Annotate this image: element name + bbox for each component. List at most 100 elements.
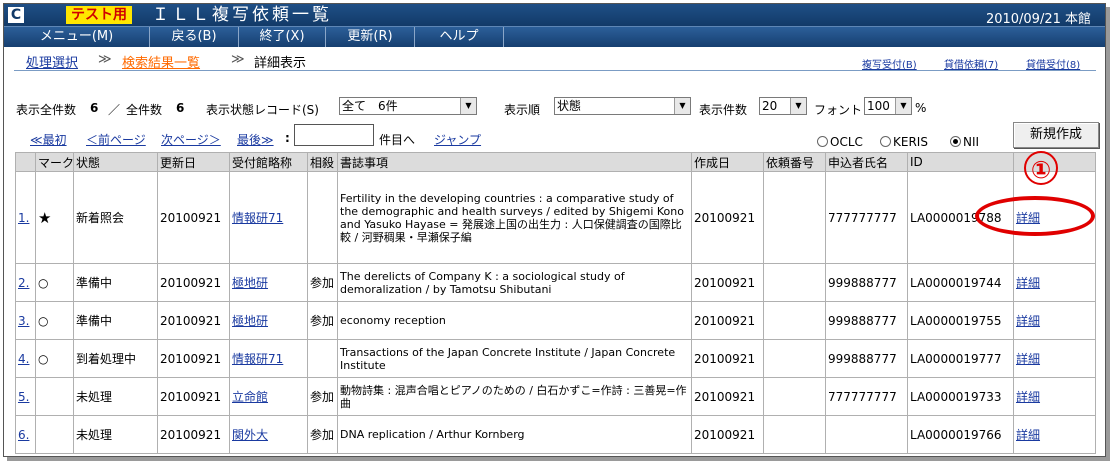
count-select-value: 20 [762, 99, 778, 113]
row-detail-link[interactable]: 詳細 [1016, 276, 1040, 290]
radio-selected-icon [950, 136, 961, 147]
row-title: DNA replication / Arthur Kornberg [337, 415, 692, 454]
row-offset: 参加 [307, 415, 338, 454]
col-header-applicant[interactable]: 申込者氏名 [825, 152, 908, 172]
row-number-link[interactable]: 5. [18, 390, 29, 404]
row-library-link[interactable]: 立命館 [232, 390, 268, 404]
radio-nii-label: NII [963, 135, 980, 149]
row-number-link[interactable]: 3. [18, 314, 29, 328]
mark-icon[interactable]: ★ [35, 171, 74, 264]
row-status: 新着照会 [73, 171, 158, 264]
jump-link[interactable]: ジャンプ [434, 131, 481, 148]
row-number-link[interactable]: 1. [18, 211, 29, 225]
menu-item-back[interactable]: 戻る(B) [150, 27, 239, 47]
row-offset: 参加 [307, 377, 338, 416]
col-header-created[interactable]: 作成日 [691, 152, 764, 172]
annotation-number: ① [1024, 151, 1058, 185]
col-header-id[interactable]: ID [907, 152, 1014, 172]
link-loan-request[interactable]: 貸借依頼(7) [944, 56, 998, 71]
radio-keris[interactable]: KERIS [880, 135, 928, 149]
row-applicant: 777777777 [825, 171, 908, 264]
row-detail-link[interactable]: 詳細 [1016, 428, 1040, 442]
breadcrumb-search-results[interactable]: 検索結果一覧 [122, 52, 200, 71]
row-id: LA0000019777 [907, 339, 1014, 378]
pager-last[interactable]: 最後≫ [237, 131, 274, 148]
status-select-value: 全て 6件 [342, 99, 398, 113]
row-library-link[interactable]: 情報研71 [232, 352, 283, 366]
menu-item-refresh[interactable]: 更新(R) [326, 27, 415, 47]
pager-prev[interactable]: ＜前ページ [86, 131, 146, 148]
count-select[interactable]: 20 ▼ [759, 97, 807, 115]
row-detail-link[interactable]: 詳細 [1016, 390, 1040, 404]
row-title: Fertility in the developing countries : … [337, 171, 692, 264]
row-status: 到着処理中 [73, 339, 158, 378]
row-created: 20100921 [691, 415, 764, 454]
row-library-link[interactable]: 関外大 [232, 428, 268, 442]
row-library-link[interactable]: 極地研 [232, 276, 268, 290]
breadcrumb-separator: ≫ [231, 52, 245, 67]
chevron-down-icon: ▼ [674, 98, 690, 114]
table-row: 3. ○ 準備中 20100921 極地研 参加 economy recepti… [15, 301, 1096, 340]
radio-nii[interactable]: NII [950, 135, 979, 149]
pager-next[interactable]: 次ページ＞ [161, 131, 221, 148]
radio-circle-icon [817, 136, 828, 147]
row-detail-link[interactable]: 詳細 [1016, 352, 1040, 366]
row-number-link[interactable]: 4. [18, 352, 29, 366]
row-status: 未処理 [73, 415, 158, 454]
new-create-button[interactable]: 新規作成 [1013, 122, 1099, 148]
mark-icon[interactable]: ○ [35, 263, 74, 302]
radio-oclc-label: OCLC [830, 135, 863, 149]
annotation-highlight-ellipse [975, 196, 1095, 236]
link-copy-receive[interactable]: 複写受付(B) [862, 56, 917, 71]
menu-item-menu[interactable]: メニュー(M) [4, 27, 150, 47]
row-updated: 20100921 [157, 339, 230, 378]
table-row: 1. ★ 新着照会 20100921 情報研71 Fertility in th… [15, 171, 1096, 264]
row-request-no [763, 377, 826, 416]
percent-sign: % [915, 101, 927, 115]
order-select[interactable]: 状態 ▼ [554, 97, 691, 115]
row-detail-link[interactable]: 詳細 [1016, 314, 1040, 328]
row-applicant: 999888777 [825, 339, 908, 378]
total-label: 表示全件数 [16, 103, 77, 117]
row-status: 準備中 [73, 263, 158, 302]
col-header-mark[interactable]: マーク [35, 152, 74, 172]
breadcrumb-process-select[interactable]: 処理選択 [26, 52, 78, 71]
row-offset [307, 339, 338, 378]
mark-icon[interactable] [35, 415, 74, 454]
breadcrumb-separator: ≫ [98, 52, 112, 67]
menu-item-exit[interactable]: 終了(X) [239, 27, 326, 47]
row-created: 20100921 [691, 171, 764, 264]
row-number-link[interactable]: 2. [18, 276, 29, 290]
mark-icon[interactable] [35, 377, 74, 416]
font-select[interactable]: 100 ▼ [864, 97, 912, 115]
row-title: Transactions of the Japan Concrete Insti… [337, 339, 692, 378]
row-created: 20100921 [691, 263, 764, 302]
col-header-status[interactable]: 状態 [73, 152, 158, 172]
goto-input[interactable] [294, 124, 374, 146]
col-header-library[interactable]: 受付館略称 [229, 152, 308, 172]
table-row: 5. 未処理 20100921 立命館 参加 動物詩集 : 混声合唱とピアノのた… [15, 377, 1096, 416]
row-library-link[interactable]: 極地研 [232, 314, 268, 328]
col-header-updated[interactable]: 更新日 [157, 152, 230, 172]
table-row: 4. ○ 到着処理中 20100921 情報研71 Transactions o… [15, 339, 1096, 378]
col-header-offset[interactable]: 相殺 [307, 152, 338, 172]
row-request-no [763, 301, 826, 340]
row-offset: 参加 [307, 263, 338, 302]
col-header-bibliography[interactable]: 書誌事項 [337, 152, 692, 172]
row-number-link[interactable]: 6. [18, 428, 29, 442]
col-header-request-no[interactable]: 依頼番号 [763, 152, 826, 172]
radio-oclc[interactable]: OCLC [817, 135, 863, 149]
font-label: フォント [814, 103, 863, 117]
menu-bar: メニュー(M) 戻る(B) 終了(X) 更新(R) ヘルプ [4, 26, 1105, 47]
link-loan-receive[interactable]: 貸借受付(8) [1026, 56, 1080, 71]
row-created: 20100921 [691, 301, 764, 340]
status-select[interactable]: 全て 6件 ▼ [339, 97, 477, 115]
mark-icon[interactable]: ○ [35, 339, 74, 378]
menu-item-help[interactable]: ヘルプ [415, 27, 504, 47]
row-applicant: 999888777 [825, 263, 908, 302]
mark-icon[interactable]: ○ [35, 301, 74, 340]
row-updated: 20100921 [157, 415, 230, 454]
row-offset: 参加 [307, 301, 338, 340]
row-library-link[interactable]: 情報研71 [232, 211, 283, 225]
pager-first[interactable]: ≪最初 [30, 131, 67, 148]
